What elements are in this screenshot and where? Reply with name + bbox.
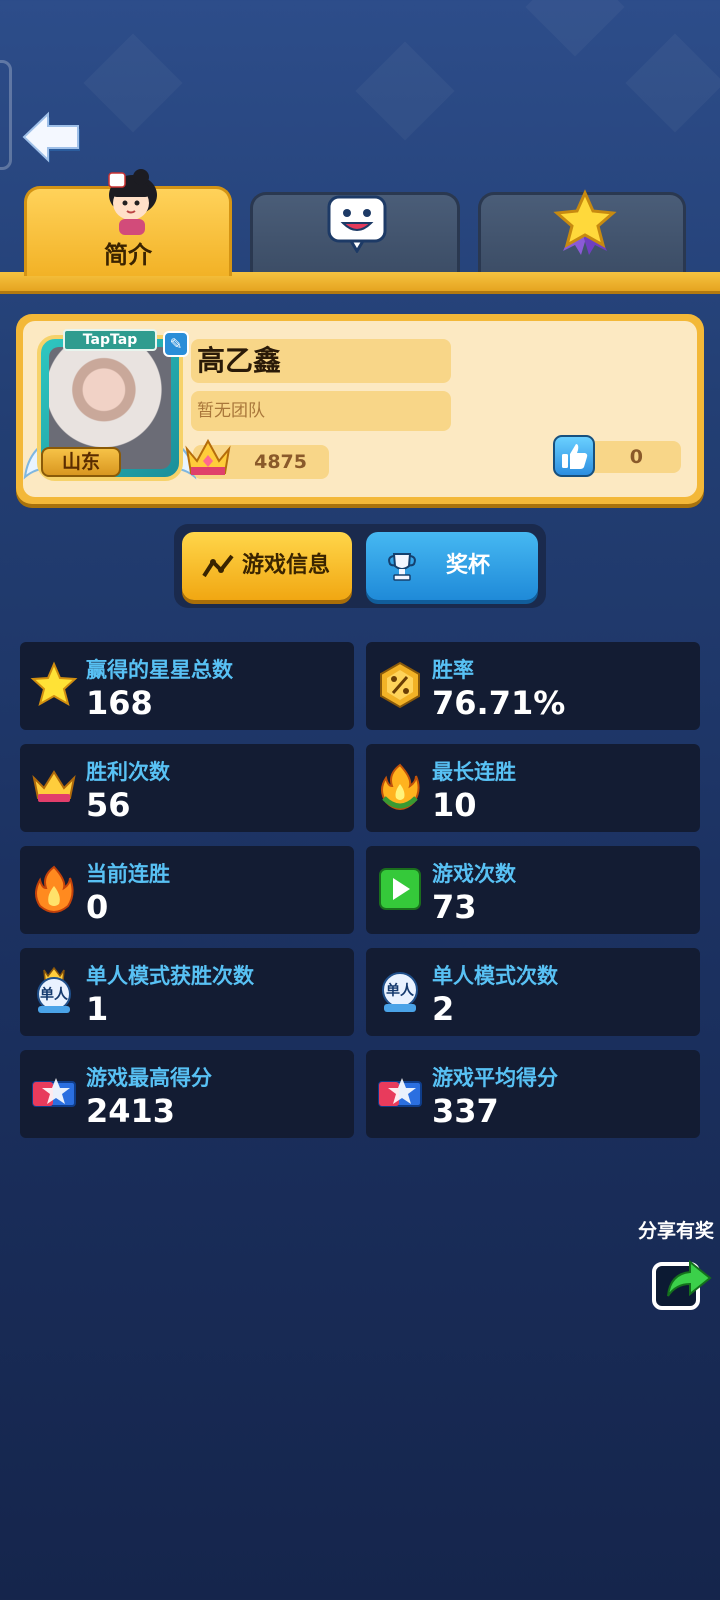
trend-line-icon [202,554,234,578]
crown-icon [32,770,76,802]
stat-win-rate: 胜率 76.71% [366,642,700,730]
stat-value: 76.71% [432,684,566,722]
stat-label: 最长连胜 [432,760,516,784]
stat-label: 游戏次数 [432,862,516,886]
team-name: 暂无团队 [191,391,451,431]
solo-icon: 单人 [382,972,418,1012]
stat-label: 单人模式次数 [432,964,558,988]
stat-label: 胜利次数 [86,760,170,784]
flame-icon [35,865,74,914]
pencil-icon: ✎ [169,335,183,353]
tab-achievements[interactable] [478,189,686,274]
bg-diamond [625,33,720,133]
bg-diamond [83,33,183,133]
stat-label: 单人模式获胜次数 [86,964,254,988]
percent-badge-icon [380,661,420,709]
stat-value: 168 [86,684,153,722]
stat-label: 当前连胜 [86,862,170,886]
region-badge: 山东 [41,447,121,477]
player-name: 高乙鑫 [191,339,451,383]
stat-value: 10 [432,786,477,824]
stat-label: 赢得的星星总数 [86,658,233,682]
share-reward-label: 分享有奖 [638,1220,715,1242]
stat-value: 1 [86,990,109,1028]
stat-label: 胜率 [432,658,474,682]
bg-diamond [525,0,625,57]
stat-solo-games: 单人 单人模式次数 2 [366,948,700,1036]
crown-icon [185,438,231,475]
play-icon [379,868,421,910]
info-tab-switcher: 游戏信息 奖杯 [174,524,546,608]
stat-wins: 胜利次数 56 [20,744,354,832]
stat-longest-streak: 最长连胜 10 [366,744,700,832]
tab-chat[interactable] [250,192,460,274]
star-medal-icon [553,189,617,255]
star-icon [30,661,78,707]
stat-value: 56 [86,786,131,824]
like-button[interactable] [553,435,595,477]
side-panel-edge [0,60,12,170]
thumbs-up-icon [562,444,588,469]
back-arrow-icon [22,111,80,163]
smiley-chat-icon [327,195,387,253]
stat-value: 2 [432,990,455,1028]
stat-value: 73 [432,888,477,926]
profile-card-inner: TapTap ✎ 山东 高乙鑫 暂无团队 4875 0 [23,321,697,497]
tab-game-info[interactable]: 游戏信息 [182,532,352,600]
stat-current-streak: 当前连胜 0 [20,846,354,934]
profile-card: TapTap ✎ 山东 高乙鑫 暂无团队 4875 0 [16,314,704,504]
tab-trophies-label: 奖杯 [446,553,491,578]
platform-tag: TapTap [63,329,157,351]
svg-text:单人: 单人 [40,986,69,1003]
tab-profile[interactable]: 简介 [24,169,232,276]
trophy-icon [388,553,416,581]
character-avatar-icon [108,169,157,235]
stat-label: 游戏最高得分 [86,1066,212,1090]
score-badge-icon [378,1078,422,1107]
stat-label: 游戏平均得分 [432,1066,558,1090]
stat-value: 337 [432,1092,499,1130]
bg-diamond [355,41,455,141]
stat-average-score: 游戏平均得分 337 [366,1050,700,1138]
svg-text:单人: 单人 [386,982,415,999]
share-arrow-icon [652,1259,712,1310]
stat-games-played: 游戏次数 73 [366,846,700,934]
tab-profile-label: 简介 [104,241,152,269]
stat-total-stars: 赢得的星星总数 168 [20,642,354,730]
solo-crown-icon: 单人 [37,966,71,1013]
tab-game-info-label: 游戏信息 [242,553,331,578]
stat-high-score: 游戏最高得分 2413 [20,1050,354,1138]
fire-wreath-icon [381,763,420,811]
back-button[interactable] [20,108,82,166]
score-badge-icon [32,1078,76,1107]
edit-avatar-button[interactable]: ✎ [163,331,189,357]
share-button[interactable] [650,1252,714,1312]
stat-solo-wins: 单人 单人模式获胜次数 1 [20,948,354,1036]
stat-value: 0 [86,888,109,926]
tab-trophies[interactable]: 奖杯 [366,532,538,600]
stat-value: 2413 [86,1092,176,1130]
